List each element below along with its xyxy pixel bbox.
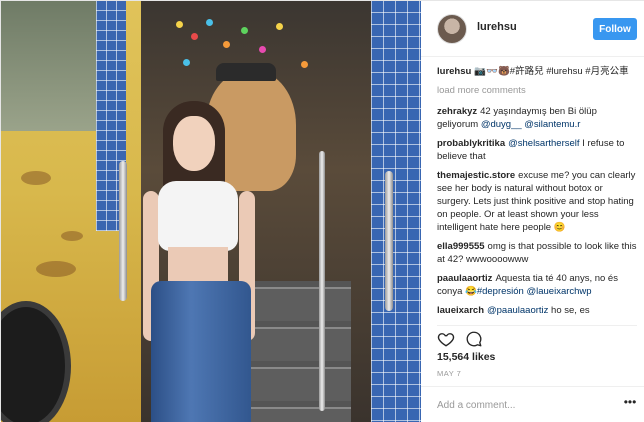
string-light (183, 59, 190, 66)
string-light (259, 46, 266, 53)
avatar[interactable] (437, 14, 467, 44)
bus-window (1, 1, 96, 131)
comment-item: themajestic.store excuse me? you can clea… (437, 169, 637, 234)
comment-mention-link[interactable]: @duyg__ (481, 119, 522, 130)
comment-username[interactable]: themajestic.store (437, 170, 515, 181)
post-side-panel: lurehsu Follow lurehsu 📷👓🐻#許路兒 #lurehsu #… (421, 1, 644, 422)
comment-mention-link[interactable]: #depresión (477, 286, 524, 297)
comment-mention-link[interactable]: @shelsartherself (508, 138, 579, 149)
comment-item: zehrakyz 42 yaşındaymış ben Bi ölüp geliy… (437, 105, 637, 131)
comment-mention-link[interactable]: @laueixarchwp (526, 286, 591, 297)
comment-item: paaulaaortiz Aquesta tia té 40 anys, no é… (437, 272, 637, 298)
comment-username[interactable]: probablykritika (437, 138, 505, 149)
rust-spot (36, 261, 76, 277)
comment-username[interactable]: ella999555 (437, 241, 485, 252)
add-comment-input[interactable] (437, 395, 633, 415)
action-bar (437, 325, 637, 347)
caption: lurehsu 📷👓🐻#許路兒 #lurehsu #月亮公車 (437, 65, 637, 78)
comment-mention-link[interactable]: @silantemu.r (524, 119, 580, 130)
comment-username[interactable]: laueixarch (437, 305, 484, 316)
string-light (301, 61, 308, 68)
comment-text: ho se, es (548, 305, 590, 316)
post-header: lurehsu Follow (421, 1, 644, 57)
comments-list: lurehsu 📷👓🐻#許路兒 #lurehsu #月亮公車 load more … (437, 65, 637, 325)
comment-username[interactable]: paaulaaortiz (437, 273, 492, 284)
string-light (191, 33, 198, 40)
string-light (223, 41, 230, 48)
instagram-post: lurehsu Follow lurehsu 📷👓🐻#許路兒 #lurehsu #… (0, 0, 644, 422)
comment-container: zehrakyz 42 yaşındaymış ben Bi ölüp geliy… (437, 105, 637, 317)
string-light (176, 21, 183, 28)
add-comment-bar: ••• (421, 386, 644, 422)
string-light (206, 19, 213, 26)
blue-tiles-right (371, 1, 421, 422)
comment-icon[interactable] (465, 330, 483, 348)
woman-face (173, 116, 215, 171)
rust-spot (61, 231, 83, 241)
rust-spot (21, 171, 51, 185)
comment-item: ella999555 omg is that possible to look l… (437, 240, 637, 266)
post-photo[interactable] (1, 1, 421, 422)
bus-wheel (1, 301, 71, 422)
door-pole (319, 151, 325, 411)
teddy-bear-hat (216, 63, 276, 81)
caption-username[interactable]: lurehsu (437, 66, 471, 77)
comment-mention-link[interactable]: @paaulaaortiz (487, 305, 548, 316)
comment-item: probablykritika @shelsartherself I refuse… (437, 137, 637, 163)
post-date: MAY 7 (437, 369, 462, 378)
heart-icon[interactable] (437, 330, 455, 348)
string-light (241, 27, 248, 34)
comment-username[interactable]: zehrakyz (437, 106, 477, 117)
woman-jeans (151, 281, 251, 422)
load-more-comments-link[interactable]: load more comments (437, 84, 637, 97)
header-username[interactable]: lurehsu (477, 21, 517, 33)
string-light (276, 23, 283, 30)
handrail-right (385, 171, 393, 311)
caption-text: 📷👓🐻#許路兒 #lurehsu #月亮公車 (474, 66, 629, 77)
likes-count[interactable]: 15,564 likes (437, 351, 495, 363)
comment-item: laueixarch @paaulaaortiz ho se, es (437, 304, 637, 317)
handrail-left (119, 161, 127, 301)
woman-white-top (158, 181, 238, 251)
ellipsis-icon[interactable]: ••• (623, 396, 637, 411)
follow-button[interactable]: Follow (593, 18, 637, 40)
